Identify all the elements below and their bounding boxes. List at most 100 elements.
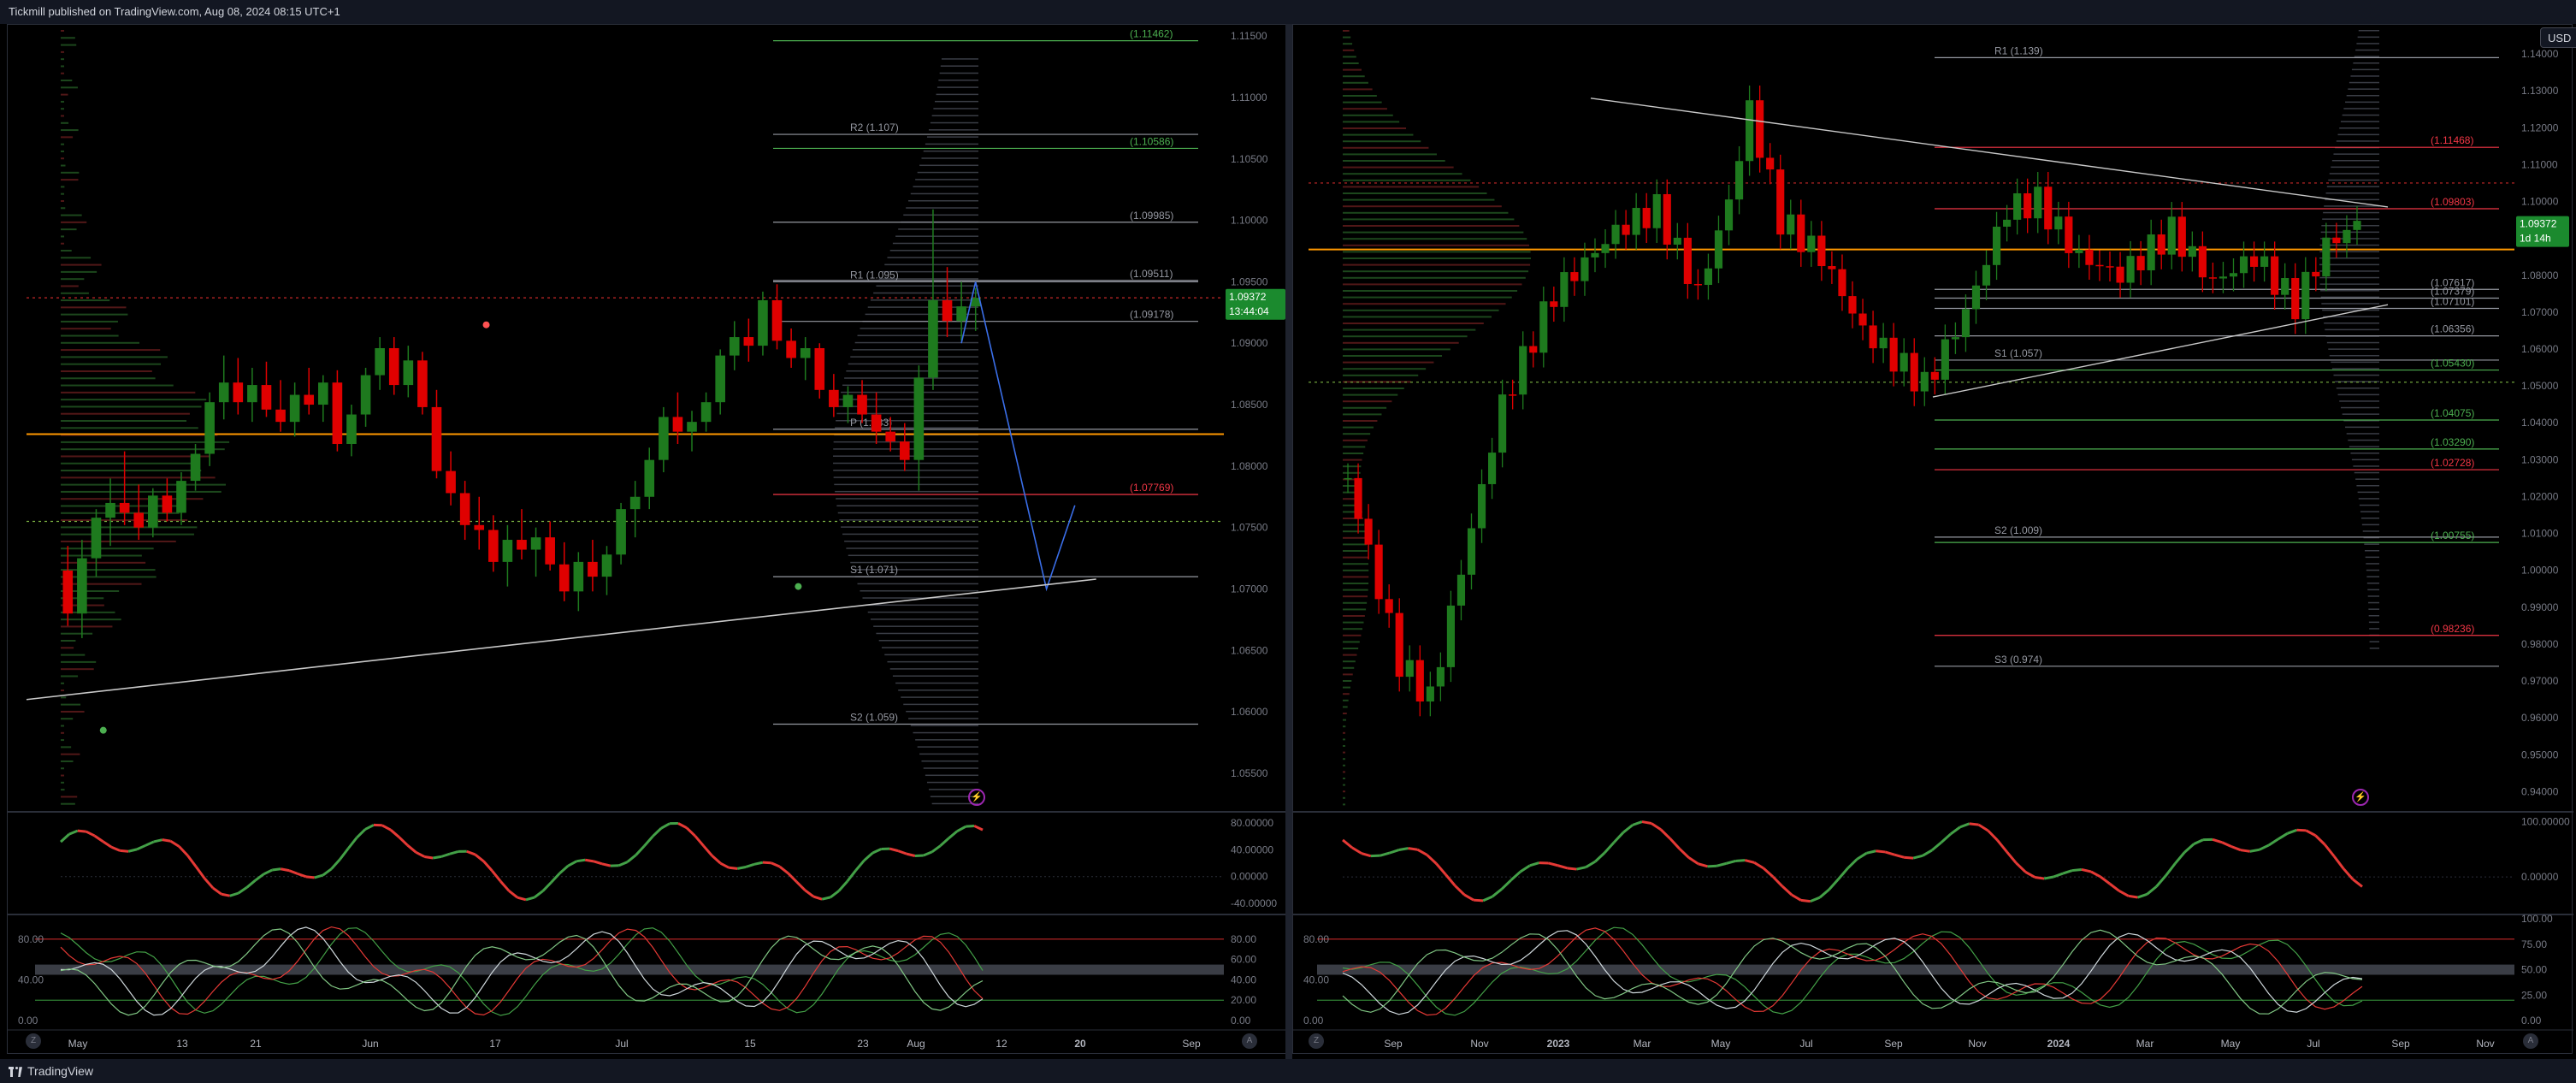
candle-body [1797,214,1805,252]
session-volume-bar [2364,543,2379,545]
volume-profile-bar [61,50,64,53]
publisher-text: Tickmill published on TradingView.com, A… [9,5,340,18]
time-tick: Aug [907,1038,925,1050]
osc1-segment [280,867,290,873]
osc1-segment [1529,861,1540,867]
session-volume-bar [2360,518,2379,519]
volume-profile-bar [61,576,157,578]
candle-body [1570,272,1579,281]
session-volume-bar [836,505,978,506]
candle-body [1560,272,1569,307]
level-label: (0.98236) [2431,623,2474,635]
time-tick: May [68,1038,88,1050]
volume-profile-bar [61,65,64,68]
volume-profile-bar [1343,536,1367,539]
volume-profile-bar [61,214,82,216]
chart-pane-left[interactable]: (1.11462) R2 (1.107) (1.10586) (1.09985) R1 … [7,24,1287,1055]
time-tick: Nov [2476,1038,2494,1050]
osc1-segment [415,850,425,858]
pane-divider[interactable] [1285,24,1292,1059]
volume-profile-bar [61,292,89,294]
candle-body [956,306,966,322]
osc1-segment [1435,862,1447,876]
time-tick: 21 [250,1038,262,1050]
osc1-segment [245,879,257,889]
volume-profile-bar [61,731,64,734]
osc1-segment [339,847,350,861]
auto-scale-button-left[interactable]: A [1242,1033,1257,1049]
chart-left-canvas[interactable]: (1.11462) R2 (1.107) (1.10586) (1.09985) R1 … [8,25,1287,1055]
currency-button[interactable]: USD [2540,27,2576,48]
tradingview-logo-icon [9,1067,22,1078]
candle-body [2136,256,2145,270]
volume-profile-bar [61,746,72,749]
session-volume-bar [867,611,978,613]
osc1-segment [59,833,70,843]
level-label: R2 (1.107) [850,121,899,133]
session-volume-bar [2322,309,2379,311]
zoom-button-left[interactable]: Z [26,1033,41,1049]
candle-body [388,347,399,386]
alert-bolt-icon-left[interactable]: ⚡ [968,789,985,806]
candle-body [346,414,357,445]
volume-profile-bar [61,363,162,365]
osc1-segment [145,840,155,847]
candle-body [2332,237,2341,244]
chart-pane-right[interactable]: R1 (1.139) (1.11468) (1.09803) (1.07617) (1.… [1292,24,2576,1055]
price-tick: 1.04000 [2521,417,2559,429]
osc1-segment [2137,892,2148,899]
session-volume-bar [870,618,978,620]
volume-profile-bar [1343,270,1529,273]
volume-profile-bar [1343,803,1345,806]
volume-profile-bar [1343,68,1362,71]
osc1-segment [297,872,307,879]
osc1-segment [1389,849,1400,855]
volume-profile-bar [61,540,176,542]
session-volume-bar [2319,283,2379,285]
session-volume-bar [926,136,978,138]
candle-body [1539,301,1548,353]
session-volume-bar [2329,355,2379,357]
session-volume-bar [2369,648,2379,649]
osc1-segment [1930,841,1942,852]
volume-profile-bar [1343,699,1349,701]
candle-body [1766,157,1775,170]
osc1-segment [2286,828,2297,835]
candle-body [1601,244,1610,253]
osc1-segment [2249,848,2260,853]
signal-dot [482,321,490,328]
zoom-button-right[interactable]: Z [1309,1033,1324,1049]
volume-profile-bar [61,526,198,529]
candle-body [403,360,414,386]
volume-profile-bar [61,625,113,628]
volume-profile-bar [1343,355,1443,357]
osc1-segment [1416,848,1428,856]
volume-profile-bar [61,753,80,755]
osc1-segment [2081,867,2092,873]
level-label: (1.10586) [1130,135,1173,147]
osc1-segment [272,867,281,872]
session-volume-bar [2337,133,2379,136]
candle-body [2157,234,2165,255]
osc1-segment [1342,838,1353,849]
osc1-tick: 40.00000 [1231,843,1273,855]
alert-bolt-icon-right[interactable]: ⚡ [2352,789,2369,806]
level-label: (1.09803) [2431,196,2474,208]
osc1-segment [2062,869,2073,875]
candle-body [2095,264,2104,267]
volume-profile-bar [61,802,75,805]
candle-body [1910,352,1918,392]
osc1-segment [1445,873,1456,887]
osc1-segment [685,826,696,837]
volume-profile-bar [1343,433,1371,435]
volume-profile-bar [1343,790,1345,793]
session-volume-bar [2325,328,2379,331]
volume-profile-bar [1343,420,1378,422]
candle-body [1673,237,1681,245]
osc1-segment [466,849,476,856]
osc1-tick: 80.00000 [1231,817,1273,829]
chart-right-canvas[interactable]: R1 (1.139)(1.11468)(1.09803)(1.07617)(1.… [1293,25,2573,1055]
price-tick: 1.14000 [2521,48,2559,60]
auto-scale-button-right[interactable]: A [2523,1033,2538,1049]
session-volume-bar [2320,290,2379,292]
